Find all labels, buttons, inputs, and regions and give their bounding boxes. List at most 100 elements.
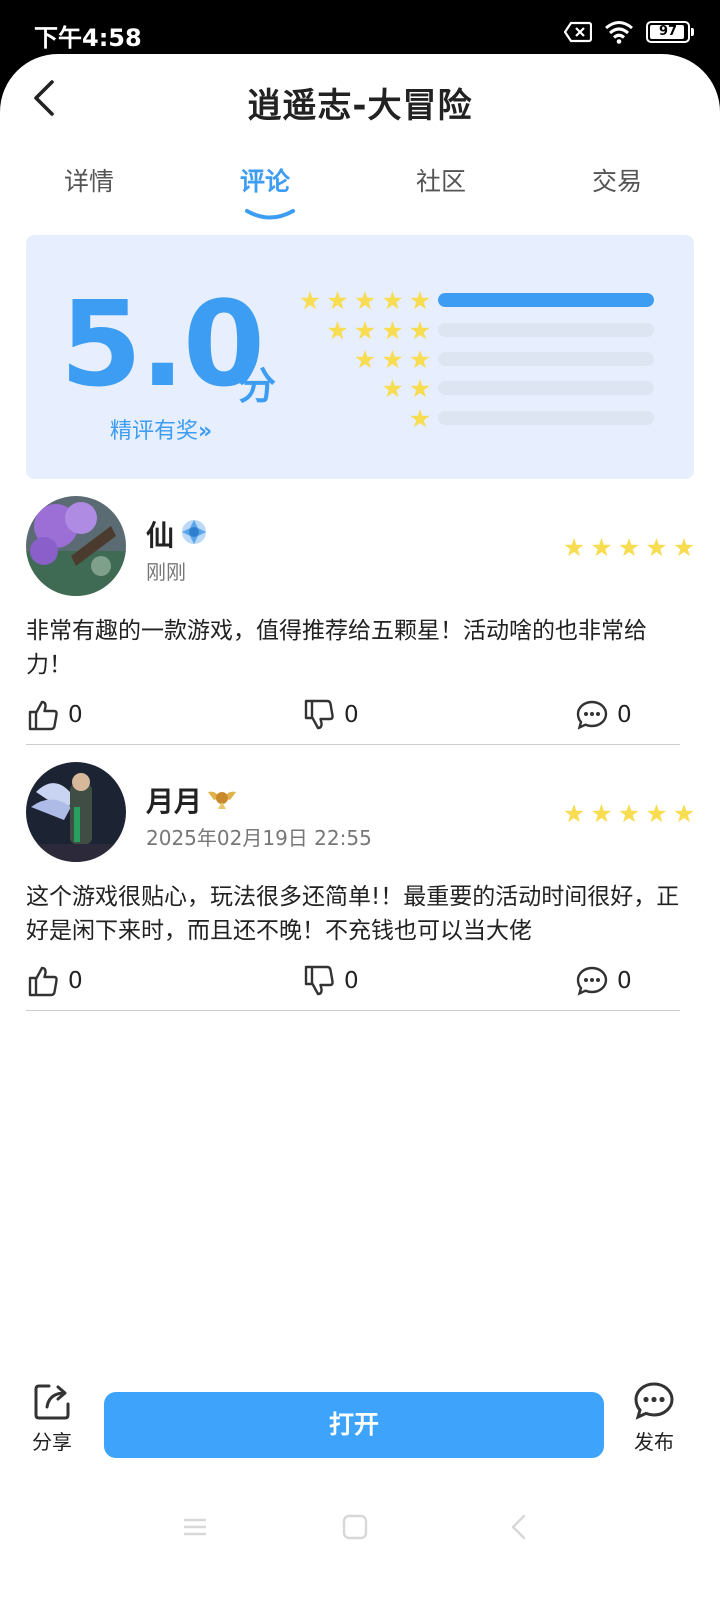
star-icon [410,291,430,310]
review-stars [564,538,694,557]
star-icon [300,291,320,310]
double-chevron-right-icon: ›› [198,419,212,444]
star-icon [591,804,612,823]
review-reward-label: 精评有奖 [110,419,199,444]
sim-x-icon [564,21,592,43]
share-label: 分享 [32,1430,72,1454]
dislike-button[interactable]: 0 [302,698,359,732]
distribution-bar [438,293,654,307]
app-surface: 逍遥志-大冒险 详情 评论 社区 交易 5.0 分 精评有奖›› 仙 刚刚 非常… [0,54,720,1600]
distribution-bar [438,323,654,337]
status-icons: 97 [564,20,694,44]
rating-summary-card: 5.0 分 精评有奖›› [26,235,694,479]
star-icon [619,538,639,557]
thumbs-up-icon [28,700,58,731]
blue-crystal-badge-icon [182,520,206,544]
divider [26,744,680,745]
star-icon [564,804,584,823]
distribution-stars [296,407,430,429]
page-title: 逍遥志-大冒险 [247,86,473,126]
system-nav-bar [0,1504,720,1544]
star-icon [410,409,430,428]
star-icon [564,538,584,557]
star-icon [674,538,694,557]
chat-bubble-icon [576,700,608,730]
tab-details[interactable]: 详情 [29,162,149,198]
tab-community[interactable]: 社区 [381,162,501,198]
average-score: 5.0 [60,275,265,413]
share-button[interactable]: 分享 [22,1380,82,1455]
active-tab-indicator [245,209,295,220]
like-count: 0 [68,702,83,728]
star-icon [619,804,639,823]
review-time: 刚刚 [146,560,186,584]
distribution-stars [296,348,430,370]
dislike-count: 0 [344,968,359,994]
thumbs-down-icon [304,965,334,996]
comment-button[interactable]: 0 [575,964,632,998]
star-icon [355,321,375,340]
gold-wings-badge-icon [208,791,236,809]
like-button[interactable]: 0 [26,698,83,732]
avatar[interactable] [26,496,126,596]
star-icon [410,350,430,369]
star-icon [382,379,403,398]
score-unit: 分 [238,364,277,408]
status-time: 下午4:58 [34,24,142,52]
review-reward-link[interactable]: 精评有奖›› [110,413,212,445]
tab-reviews[interactable]: 评论 [205,162,325,198]
home-icon[interactable] [340,1512,370,1542]
star-icon [646,804,667,823]
distribution-bar [438,381,654,395]
header: 逍遥志-大冒险 [0,54,720,144]
review-stars [564,804,694,823]
distribution-bar [438,352,654,366]
tab-trade[interactable]: 交易 [557,162,677,198]
star-icon [355,291,375,310]
review-actions: 0 0 0 [26,698,686,734]
like-button[interactable]: 0 [26,964,83,998]
review-time: 2025年02月19日 22:55 [146,826,372,850]
avatar[interactable] [26,762,126,862]
distribution-stars [296,377,430,399]
distribution-bar [438,411,654,425]
review-text: 这个游戏很贴心，玩法很多还简单!！最重要的活动时间很好，正好是闲下来时，而且还不… [26,884,680,944]
share-icon [34,1384,70,1420]
thumbs-down-icon [304,699,334,730]
star-icon [327,291,348,310]
comment-count: 0 [617,702,632,728]
tab-bar: 详情 评论 社区 交易 [0,162,720,222]
battery-level: 97 [658,24,678,39]
star-icon [646,538,667,557]
review-text: 非常有趣的一款游戏，值得推荐给五颗星！活动啥的也非常给力！ [26,618,647,678]
publish-label: 发布 [634,1430,674,1454]
star-icon [382,350,403,369]
username: 仙 [146,519,175,552]
like-count: 0 [68,968,83,994]
review-actions: 0 0 0 [26,964,686,1000]
star-icon [591,538,612,557]
star-icon [355,350,375,369]
username: 月月 [146,785,203,818]
star-icon [410,321,430,340]
star-icon [382,321,403,340]
back-icon[interactable] [504,1512,534,1542]
thumbs-up-icon [28,966,58,997]
star-icon [327,321,348,340]
star-icon [410,379,430,398]
wifi-icon [605,21,633,44]
publish-button[interactable]: 发布 [624,1380,684,1455]
open-button[interactable]: 打开 [104,1392,604,1458]
divider [26,1010,680,1011]
bottom-action-bar: 分享 打开 发布 [0,1380,720,1470]
star-icon [674,804,694,823]
comment-button[interactable]: 0 [575,698,632,732]
menu-icon[interactable] [180,1512,210,1542]
comment-count: 0 [617,968,632,994]
star-icon [382,291,403,310]
distribution-stars [296,289,430,311]
dislike-button[interactable]: 0 [302,964,359,998]
chat-bubble-icon [576,966,608,996]
distribution-stars [296,319,430,341]
battery-icon: 97 [646,21,694,43]
